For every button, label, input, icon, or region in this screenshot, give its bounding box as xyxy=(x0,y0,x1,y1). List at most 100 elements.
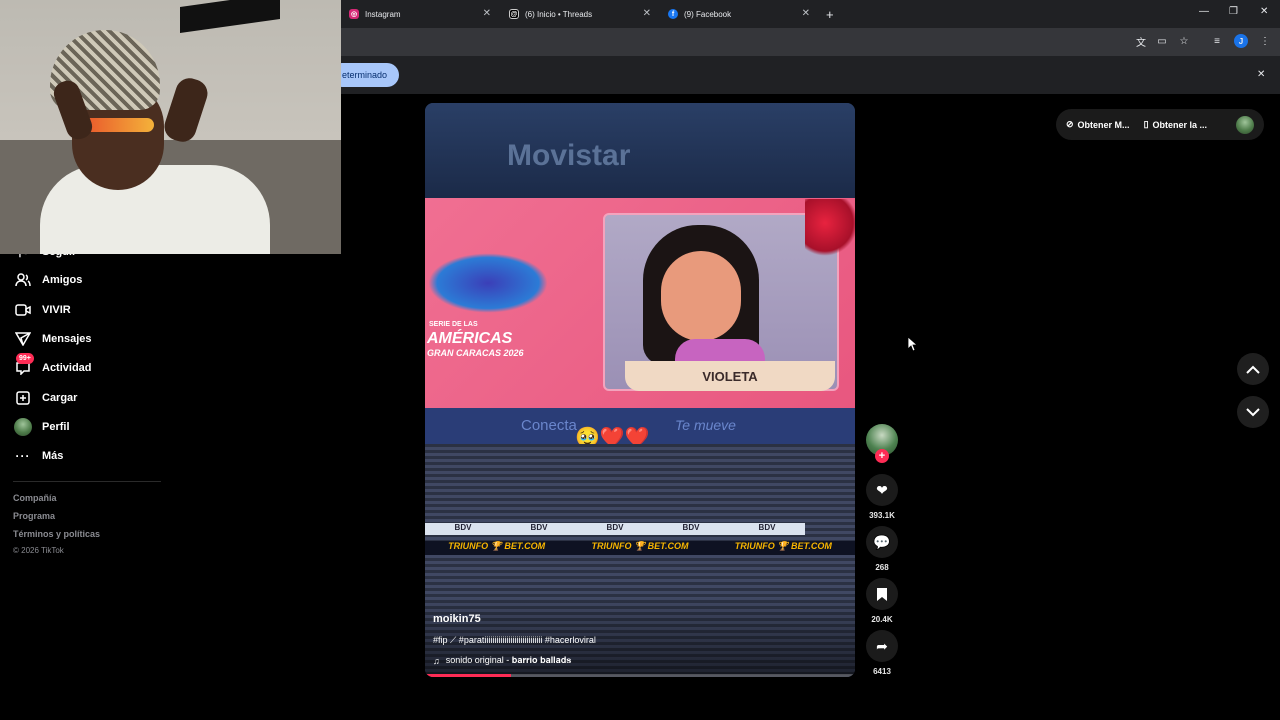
comment-button[interactable]: 💬 268 xyxy=(866,526,898,572)
footer-link-terms[interactable]: Términos y políticas xyxy=(13,529,100,539)
sidebar-item-friends[interactable]: Amigos xyxy=(14,268,82,292)
notification-badge: 99+ xyxy=(16,353,34,364)
more-icon: ··· xyxy=(15,449,31,463)
sound-name: sonido original - 𝐛𝐚𝐫𝐫𝐢𝐨 𝐛𝐚𝐥𝐥𝐚𝐝𝐬 xyxy=(445,655,572,665)
restore-icon[interactable]: ❐ xyxy=(1229,6,1238,17)
get-app-button-2[interactable]: Obtener la ... xyxy=(1153,120,1208,130)
video-player[interactable]: Movistar SERIE DE LAS AMÉRICAS GRAN CARA… xyxy=(425,103,855,677)
bookmark-star-icon[interactable]: ☆ xyxy=(1177,34,1191,48)
tab-instagram[interactable]: ◎ Instagram ✕ xyxy=(341,4,499,24)
tab-facebook[interactable]: f (9) Facebook ✕ xyxy=(660,4,818,24)
ad-strip-text: TRIUNFO 🏆 BET.COM xyxy=(734,541,832,551)
tab-title: (9) Facebook xyxy=(684,9,732,19)
person-shirt xyxy=(40,165,270,254)
infobar-close-icon[interactable]: ✕ xyxy=(1257,69,1265,80)
new-tab-button[interactable]: + xyxy=(818,4,838,24)
previous-video-button[interactable] xyxy=(1237,353,1269,385)
save-button[interactable]: 20.4K xyxy=(866,578,898,624)
reading-list-icon[interactable]: ≡ xyxy=(1210,34,1224,48)
sidebar-item-label: Mensajes xyxy=(42,333,92,345)
get-app-button-1[interactable]: Obtener M... xyxy=(1078,120,1130,130)
sidebar-item-upload[interactable]: Cargar xyxy=(14,386,77,410)
sidebar-item-label: Amigos xyxy=(42,274,83,286)
mouse-cursor-icon xyxy=(908,337,917,351)
translate-icon[interactable]: 文 xyxy=(1134,34,1148,49)
ad-tag: BDV xyxy=(758,523,776,532)
hand-right xyxy=(160,74,212,146)
like-button[interactable]: ❤ 393.1K xyxy=(866,474,898,520)
progress-fill xyxy=(425,674,511,677)
footer-copyright: © 2026 TikTok xyxy=(13,546,64,555)
ribbon-script: Te mueve xyxy=(675,417,736,433)
chevron-down-icon xyxy=(1246,407,1260,416)
bookmark-icon xyxy=(866,578,898,610)
sidebar-item-label: VIVIR xyxy=(42,304,71,316)
sidebar-item-label: Más xyxy=(42,450,64,462)
character-name-plate: VIOLETA xyxy=(625,361,835,391)
tab-title: (6) Inicio • Threads xyxy=(525,9,593,19)
sidebar-item-live[interactable]: VIVIR xyxy=(14,298,71,322)
next-video-button[interactable] xyxy=(1237,396,1269,428)
get-app-bar: ⊘ Obtener M... ▯ Obtener la ... xyxy=(1056,109,1264,140)
ad-tag: BDV xyxy=(530,523,548,532)
cast-icon[interactable]: ▭ xyxy=(1155,34,1169,48)
like-count: 393.1K xyxy=(869,511,895,520)
sound-link[interactable]: ♫ sonido original - 𝐛𝐚𝐫𝐫𝐢𝐨 𝐛𝐚𝐥𝐥𝐚𝐝𝐬 xyxy=(433,655,571,666)
comment-count: 268 xyxy=(875,563,889,572)
upload-icon xyxy=(14,389,32,407)
close-window-icon[interactable]: ✕ xyxy=(1260,6,1268,17)
close-icon[interactable]: ✕ xyxy=(483,8,491,19)
ad-strip-text: TRIUNFO 🏆 BET.COM xyxy=(591,541,689,551)
share-count: 6413 xyxy=(873,667,891,676)
music-note-icon: ♫ xyxy=(433,655,440,666)
tab-threads[interactable]: @ (6) Inicio • Threads ✕ xyxy=(501,4,659,24)
ad-tag: BDV xyxy=(454,523,472,532)
follow-plus-icon[interactable]: + xyxy=(875,449,889,463)
chevron-up-icon xyxy=(1246,365,1260,374)
footer-link-company[interactable]: Compañía xyxy=(13,493,57,503)
ad-strip-text: TRIUNFO 🏆 BET.COM xyxy=(448,541,546,551)
footer-link-program[interactable]: Programa xyxy=(13,511,55,521)
share-button[interactable]: ➦ 6413 xyxy=(866,630,898,676)
sidebar-item-activity[interactable]: 99+ Actividad xyxy=(14,353,92,380)
avatar[interactable] xyxy=(1236,116,1254,134)
share-icon: ➦ xyxy=(866,630,898,662)
heart-icon: ❤ xyxy=(866,474,898,506)
sidebar-divider xyxy=(13,481,161,482)
minimize-icon[interactable]: — xyxy=(1199,6,1209,17)
phone-icon: ▯ xyxy=(1143,119,1149,129)
tv-edge xyxy=(180,0,280,34)
profile-avatar-icon[interactable]: J xyxy=(1234,34,1248,48)
sidebar-item-label: Perfil xyxy=(42,421,70,433)
facebook-icon: f xyxy=(668,9,678,19)
sidebar-item-profile[interactable]: Perfil xyxy=(14,415,70,439)
video-caption[interactable]: #fip ⟋ #paratiiiiiiiiiiiiiiiiiiiiiiiiiii… xyxy=(433,635,596,646)
activity-icon: 99+ xyxy=(14,353,34,377)
download-circle-icon: ⊘ xyxy=(1066,119,1074,129)
save-count: 20.4K xyxy=(871,615,893,624)
ribbon-text: Conecta xyxy=(521,417,577,434)
ad-tag: BDV xyxy=(682,523,700,532)
close-icon[interactable]: ✕ xyxy=(643,8,651,19)
ad-tag: BDV xyxy=(606,523,624,532)
character-face xyxy=(661,251,741,341)
ad-strip: TRIUNFO 🏆 BET.COM TRIUNFO 🏆 BET.COM TRIU… xyxy=(425,541,855,555)
menu-kebab-icon[interactable]: ⋮ xyxy=(1258,34,1272,48)
tab-title: Instagram xyxy=(365,9,401,19)
comment-icon: 💬 xyxy=(866,526,898,558)
creator-avatar-button[interactable]: + xyxy=(866,424,898,463)
webcam-overlay xyxy=(0,0,341,254)
progress-track[interactable] xyxy=(425,674,855,677)
sidebar-item-messages[interactable]: Mensajes xyxy=(14,327,92,351)
close-icon[interactable]: ✕ xyxy=(802,8,810,19)
movistar-sign: Movistar xyxy=(507,139,631,172)
threads-icon: @ xyxy=(509,9,519,19)
ad-tags-row: BDV BDV BDV BDV BDV xyxy=(425,523,805,535)
event-logo xyxy=(428,253,548,313)
messages-icon xyxy=(14,330,32,348)
live-icon xyxy=(14,301,32,319)
sidebar-item-more[interactable]: ··· Más xyxy=(14,444,64,468)
username-link[interactable]: moikin75 xyxy=(433,613,481,625)
sidebar-item-label: Actividad xyxy=(42,362,92,374)
flower-decoration xyxy=(805,199,855,259)
